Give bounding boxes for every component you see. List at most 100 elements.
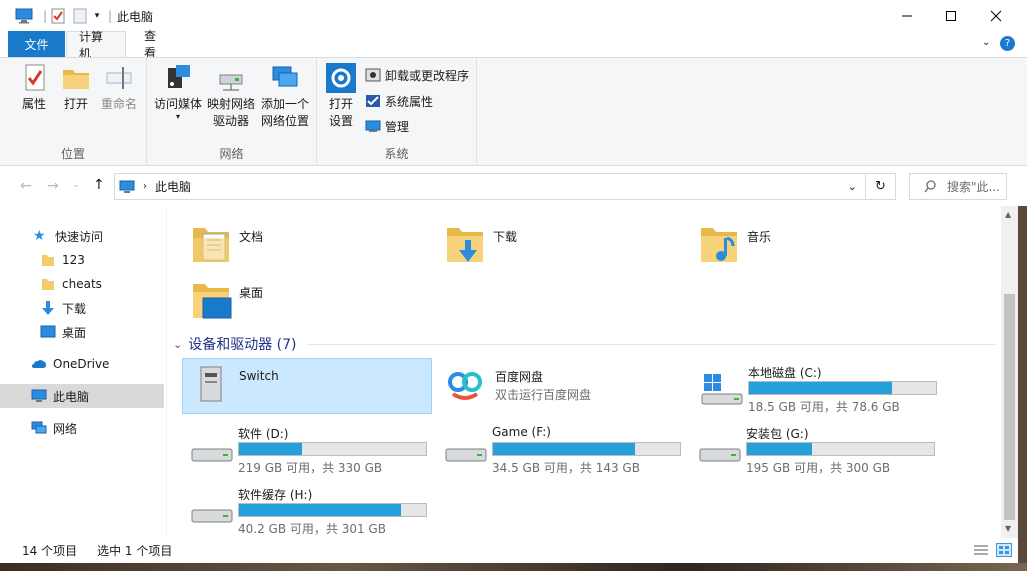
new-folder-quick-icon[interactable] <box>71 6 89 26</box>
ribbon-group-network: 访问媒体 ▾ 映射网络 驱动器 添加一个 网络位置 网络 <box>147 58 317 166</box>
up-arrow-icon[interactable]: ↑ <box>93 177 105 193</box>
devices-section-header[interactable]: ⌄ 设备和驱动器 (7) <box>173 334 995 354</box>
drive-c-usage-bar <box>748 381 937 395</box>
downloads-folder-icon <box>447 228 483 262</box>
hard-drive-icon <box>699 448 741 462</box>
ribbon-expand-icon[interactable]: ⌄ <box>982 37 990 48</box>
details-view-icon[interactable] <box>974 544 988 556</box>
hard-drive-icon <box>191 509 233 523</box>
group-label-network: 网络 <box>219 147 244 161</box>
drive-d-usage-bar <box>238 442 427 456</box>
breadcrumb-this-pc[interactable]: 此电脑 <box>155 178 191 195</box>
qa-dropdown-icon[interactable]: ▾ <box>90 6 104 26</box>
properties-icon <box>25 64 45 91</box>
network-icon <box>31 421 47 434</box>
folder-downloads[interactable]: 下载 <box>445 222 517 266</box>
forward-arrow-icon[interactable]: → <box>47 178 59 194</box>
nav-quick-access[interactable]: ★ 快速访问 <box>0 224 164 248</box>
add-network-location-icon <box>272 66 298 87</box>
add-network-location-button[interactable]: 添加一个 网络位置 <box>257 62 313 130</box>
folder-desktop[interactable]: 桌面 <box>191 278 263 322</box>
this-pc-icon <box>119 180 135 193</box>
media-icon <box>168 65 190 88</box>
tab-computer[interactable]: 计算机 <box>66 30 126 61</box>
maximize-button[interactable] <box>928 0 974 31</box>
hard-drive-icon <box>191 448 233 462</box>
settings-gear-icon <box>326 63 356 93</box>
window-title: 此电脑 <box>117 10 154 24</box>
minimize-button[interactable] <box>884 0 930 31</box>
drive-c[interactable]: 本地磁盘 (C:) 18.5 GB 可用，共 78.6 GB <box>692 358 942 414</box>
scroll-up-icon[interactable]: ▲ <box>1005 210 1011 219</box>
recent-dropdown-icon[interactable]: ⌄ <box>72 180 80 190</box>
ribbon: 属性 打开 重命名 位置 访问媒体 ▾ 映射网络 驱动器 添加一个 网络位置 网… <box>0 57 1027 166</box>
rename-icon <box>106 67 132 89</box>
back-arrow-icon[interactable]: ← <box>20 178 32 194</box>
breadcrumb-separator-icon[interactable]: › <box>143 181 147 192</box>
scroll-down-icon[interactable]: ▼ <box>1005 524 1011 533</box>
tab-file[interactable]: 文件 <box>8 31 65 57</box>
properties-quick-icon[interactable] <box>49 6 67 26</box>
hard-drive-icon <box>445 448 487 462</box>
item-count: 14 个项目 <box>22 544 78 558</box>
nav-item-desktop[interactable]: 桌面 <box>0 320 164 344</box>
nav-this-pc[interactable]: 此电脑 <box>0 384 164 408</box>
tab-view[interactable]: 查看 <box>132 29 178 60</box>
drive-f[interactable]: Game (F:) 34.5 GB 可用，共 143 GB <box>436 419 686 475</box>
open-button[interactable]: 打开 <box>58 62 94 113</box>
refresh-icon: ↻ <box>875 179 886 194</box>
navigation-bar: ← → ⌄ ↑ › 此电脑 ⌄ ↻ 搜索"此... <box>0 166 1027 206</box>
nav-item-123[interactable]: 123 <box>0 248 164 272</box>
vertical-scrollbar[interactable]: ▲ ▼ <box>1001 206 1018 538</box>
system-properties-button[interactable]: 系统属性 <box>365 90 433 112</box>
search-box[interactable]: 搜索"此... <box>909 173 1007 200</box>
selected-count: 选中 1 个项目 <box>97 544 173 558</box>
access-media-button[interactable]: 访问媒体 ▾ <box>151 62 205 121</box>
drive-d[interactable]: 软件 (D:) 219 GB 可用，共 330 GB <box>182 419 432 475</box>
nav-onedrive[interactable]: OneDrive <box>0 352 164 376</box>
this-pc-icon <box>14 6 34 26</box>
nav-network[interactable]: 网络 <box>0 416 164 440</box>
uninstall-programs-button[interactable]: 卸载或更改程序 <box>365 64 469 86</box>
search-input[interactable]: 搜索"此... <box>947 178 1000 195</box>
help-icon[interactable]: ? <box>1000 36 1015 51</box>
desktop-background-strip <box>1018 206 1027 571</box>
dropdown-arrow-icon: ▾ <box>175 112 180 121</box>
group-label-system: 系统 <box>384 147 409 161</box>
open-settings-button[interactable]: 打开 设置 <box>323 62 359 130</box>
folder-documents[interactable]: 文档 <box>191 222 263 266</box>
refresh-button[interactable]: ↻ <box>866 173 896 200</box>
rename-button[interactable]: 重命名 <box>98 62 140 113</box>
manage-button[interactable]: 管理 <box>365 115 409 137</box>
collapse-chevron-icon[interactable]: ⌄ <box>173 338 182 351</box>
address-dropdown-icon[interactable]: ⌄ <box>848 180 857 193</box>
nav-item-cheats[interactable]: cheats <box>0 272 164 296</box>
device-switch[interactable]: Switch <box>182 358 432 414</box>
folder-music[interactable]: 音乐 <box>699 222 771 266</box>
ribbon-group-location: 属性 打开 重命名 位置 <box>0 58 147 166</box>
device-baidu-netdisk[interactable]: 百度网盘 双击运行百度网盘 <box>439 358 689 414</box>
nav-item-downloads[interactable]: 下载 <box>0 296 164 320</box>
desktop-icon <box>40 325 56 338</box>
ribbon-tabs: 文件 计算机 查看 ⌄ ? <box>0 29 1027 61</box>
large-icons-view-icon[interactable] <box>996 543 1012 557</box>
explorer-window: | ▾ | 此电脑 文件 计算机 查看 ⌄ ? 属性 打开 重命名 位置 访问媒… <box>0 0 1027 571</box>
close-button[interactable] <box>973 0 1019 31</box>
system-properties-icon <box>366 95 380 107</box>
scrollbar-thumb[interactable] <box>1004 294 1015 520</box>
cloud-icon <box>32 360 46 368</box>
drive-g[interactable]: 安装包 (G:) 195 GB 可用，共 300 GB <box>690 419 940 475</box>
properties-button[interactable]: 属性 <box>14 62 54 113</box>
address-bar[interactable]: › 此电脑 ⌄ <box>114 173 866 200</box>
removable-device-icon <box>200 366 222 402</box>
drive-h[interactable]: 软件缓存 (H:) 40.2 GB 可用，共 301 GB <box>182 480 432 536</box>
desktop-background-bottom <box>0 563 1027 571</box>
folder-open-icon <box>63 70 89 89</box>
map-drive-button[interactable]: 映射网络 驱动器 <box>205 62 257 130</box>
desktop-folder-icon <box>193 284 232 319</box>
uninstall-icon <box>365 68 381 82</box>
star-icon: ★ <box>33 228 46 244</box>
group-label-location: 位置 <box>60 147 85 161</box>
content-pane: 文档 下载 音乐 桌面 ⌄ 设备和驱动器 (7) Switch 百度网盘 双击运… <box>167 206 1001 538</box>
search-icon <box>924 180 936 193</box>
